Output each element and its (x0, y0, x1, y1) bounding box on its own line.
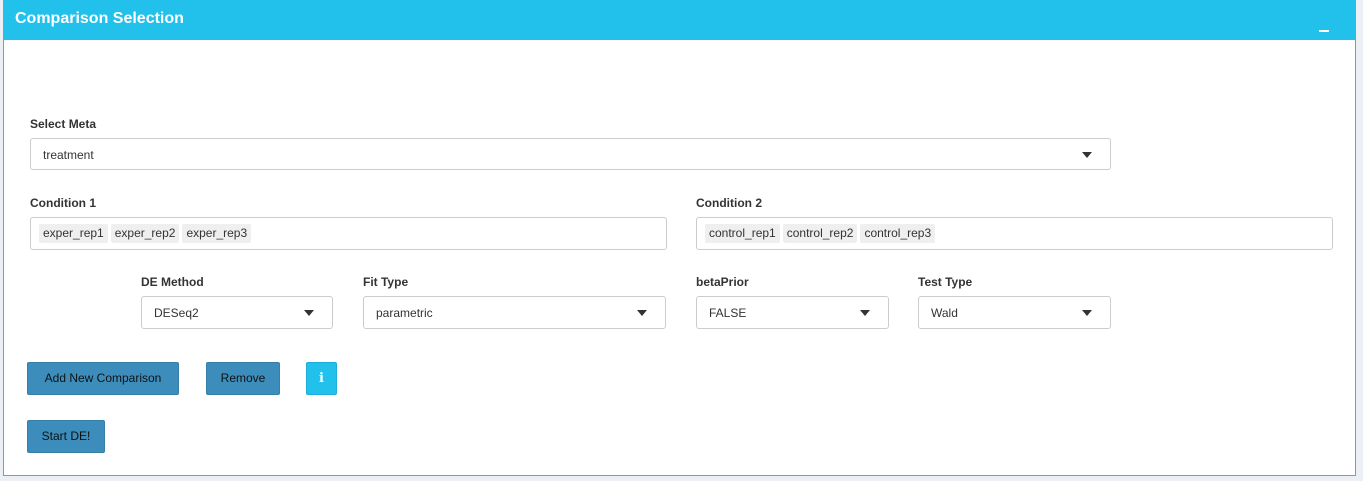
caret-down-icon (304, 310, 314, 316)
start-de-button[interactable]: Start DE! (27, 420, 105, 453)
caret-down-icon (1082, 152, 1092, 158)
condition2-chip[interactable]: control_rep1 (705, 224, 780, 243)
add-new-comparison-button[interactable]: Add New Comparison (27, 362, 179, 395)
beta-prior-label: betaPrior (696, 275, 749, 289)
comparison-selection-panel: Comparison Selection Select Meta treatme… (3, 0, 1356, 476)
condition2-multiselect[interactable]: control_rep1 control_rep2 control_rep3 (696, 217, 1333, 250)
de-method-label: DE Method (141, 275, 204, 289)
info-button[interactable]: i (306, 362, 337, 395)
test-type-value: Wald (931, 306, 958, 320)
minus-icon[interactable] (1319, 14, 1329, 32)
fit-type-label: Fit Type (363, 275, 409, 289)
panel-title: Comparison Selection (15, 10, 184, 27)
caret-down-icon (637, 310, 647, 316)
beta-prior-value: FALSE (709, 306, 747, 320)
caret-down-icon (860, 310, 870, 316)
de-method-dropdown[interactable]: DESeq2 (141, 296, 333, 329)
condition1-chip[interactable]: exper_rep2 (110, 224, 180, 243)
condition1-multiselect[interactable]: exper_rep1 exper_rep2 exper_rep3 (30, 217, 667, 250)
condition2-chip[interactable]: control_rep3 (860, 224, 936, 243)
select-meta-dropdown[interactable]: treatment (30, 138, 1111, 170)
panel-header: Comparison Selection (4, 0, 1355, 40)
test-type-dropdown[interactable]: Wald (918, 296, 1111, 329)
condition1-chip[interactable]: exper_rep1 (39, 224, 108, 243)
de-method-value: DESeq2 (154, 306, 199, 320)
fit-type-dropdown[interactable]: parametric (363, 296, 666, 329)
condition2-label: Condition 2 (696, 196, 762, 210)
caret-down-icon (1082, 310, 1092, 316)
condition2-chip[interactable]: control_rep2 (782, 224, 858, 243)
beta-prior-dropdown[interactable]: FALSE (696, 296, 889, 329)
select-meta-value: treatment (43, 148, 94, 162)
info-icon: i (319, 371, 324, 386)
remove-button[interactable]: Remove (206, 362, 280, 395)
condition1-label: Condition 1 (30, 196, 96, 210)
test-type-label: Test Type (918, 275, 973, 289)
condition1-chip[interactable]: exper_rep3 (182, 224, 252, 243)
select-meta-label: Select Meta (30, 117, 97, 131)
fit-type-value: parametric (376, 306, 433, 320)
